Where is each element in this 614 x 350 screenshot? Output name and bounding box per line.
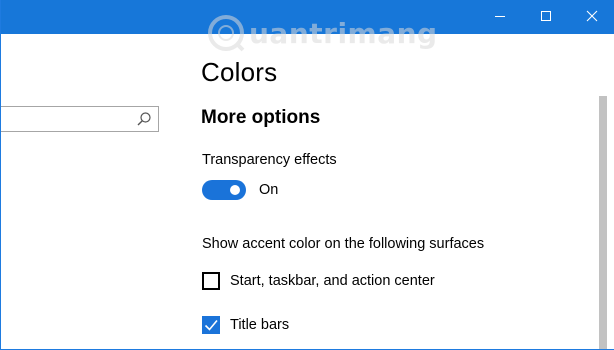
title-bars-checkbox[interactable] xyxy=(202,316,220,334)
accent-surfaces-label: Show accent color on the following surfa… xyxy=(202,236,485,252)
title-bar[interactable] xyxy=(1,0,614,34)
scrollbar[interactable] xyxy=(599,96,607,349)
scrollbar-thumb[interactable] xyxy=(599,96,607,349)
start-taskbar-checkbox-row[interactable]: Start, taskbar, and action center xyxy=(202,270,435,292)
title-bars-checkbox-row[interactable]: Title bars xyxy=(202,314,289,336)
maximize-button[interactable] xyxy=(523,0,569,32)
search-input[interactable] xyxy=(1,106,159,132)
minimize-button[interactable] xyxy=(477,0,523,32)
settings-window: uantrimang Colors More options Transpare… xyxy=(0,0,614,350)
transparency-effects-toggle[interactable] xyxy=(202,180,246,200)
transparency-effects-label: Transparency effects xyxy=(202,152,337,168)
start-taskbar-checkbox[interactable] xyxy=(202,272,220,290)
maximize-icon xyxy=(541,11,551,21)
minimize-icon xyxy=(495,16,505,17)
section-title: More options xyxy=(201,107,321,128)
title-bars-checkbox-label[interactable]: Title bars xyxy=(230,315,289,335)
start-taskbar-checkbox-label[interactable]: Start, taskbar, and action center xyxy=(230,271,435,291)
search-icon[interactable] xyxy=(136,111,152,127)
close-button[interactable] xyxy=(569,0,614,32)
page-title: Colors xyxy=(201,57,278,87)
toggle-knob xyxy=(230,185,240,195)
close-icon xyxy=(586,10,598,22)
checkmark-icon xyxy=(204,319,218,331)
toggle-state-label: On xyxy=(259,182,279,198)
